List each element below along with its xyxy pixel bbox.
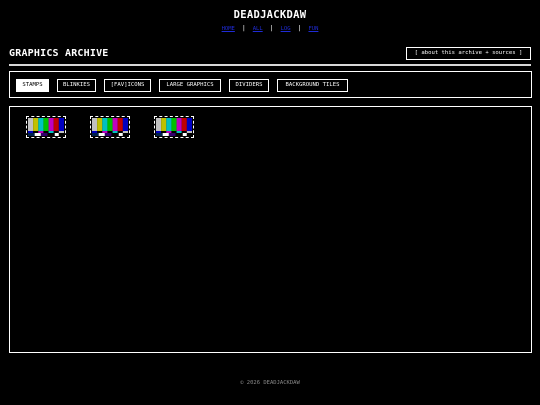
tab-large-graphics[interactable]: LARGE GRAPHICS [159,79,221,92]
tab-blinkies[interactable]: BLINKIES [57,79,96,92]
nav-separator: | [269,24,274,32]
stamp-gallery [9,106,532,353]
stamp-item[interactable] [154,116,194,138]
stamp-item[interactable] [26,116,66,138]
top-nav: HOME | ALL | LOG | FUN [0,24,540,33]
nav-separator: | [241,24,246,32]
site-title: DEADJACKDAW [233,9,307,21]
page-title: GRAPHICS ARCHIVE [9,48,109,59]
nav-link-all[interactable]: ALL [253,26,263,32]
header-divider [9,64,531,66]
tab-dividers[interactable]: DIVIDERS [229,79,269,92]
category-tabs: STAMPS BLINKIES [FAV]ICONS LARGE GRAPHIC… [9,71,532,98]
stamp-item[interactable] [90,116,130,138]
color-bars-image [28,118,64,136]
nav-link-fun[interactable]: FUN [308,26,318,32]
nav-link-log[interactable]: LOG [281,26,291,32]
tab-stamps[interactable]: STAMPS [16,79,49,92]
tab-background-tiles[interactable]: BACKGROUND TILES [277,79,348,92]
color-bars-image [156,118,192,136]
color-bars-image [92,118,128,136]
about-archive-button[interactable]: [ about this archive + sources ] [406,47,531,60]
nav-link-home[interactable]: HOME [222,26,235,32]
footer-copyright: © 2026 DEADJACKDAW [240,380,300,386]
nav-separator: | [297,24,302,32]
tab-favicons[interactable]: [FAV]ICONS [104,79,151,92]
